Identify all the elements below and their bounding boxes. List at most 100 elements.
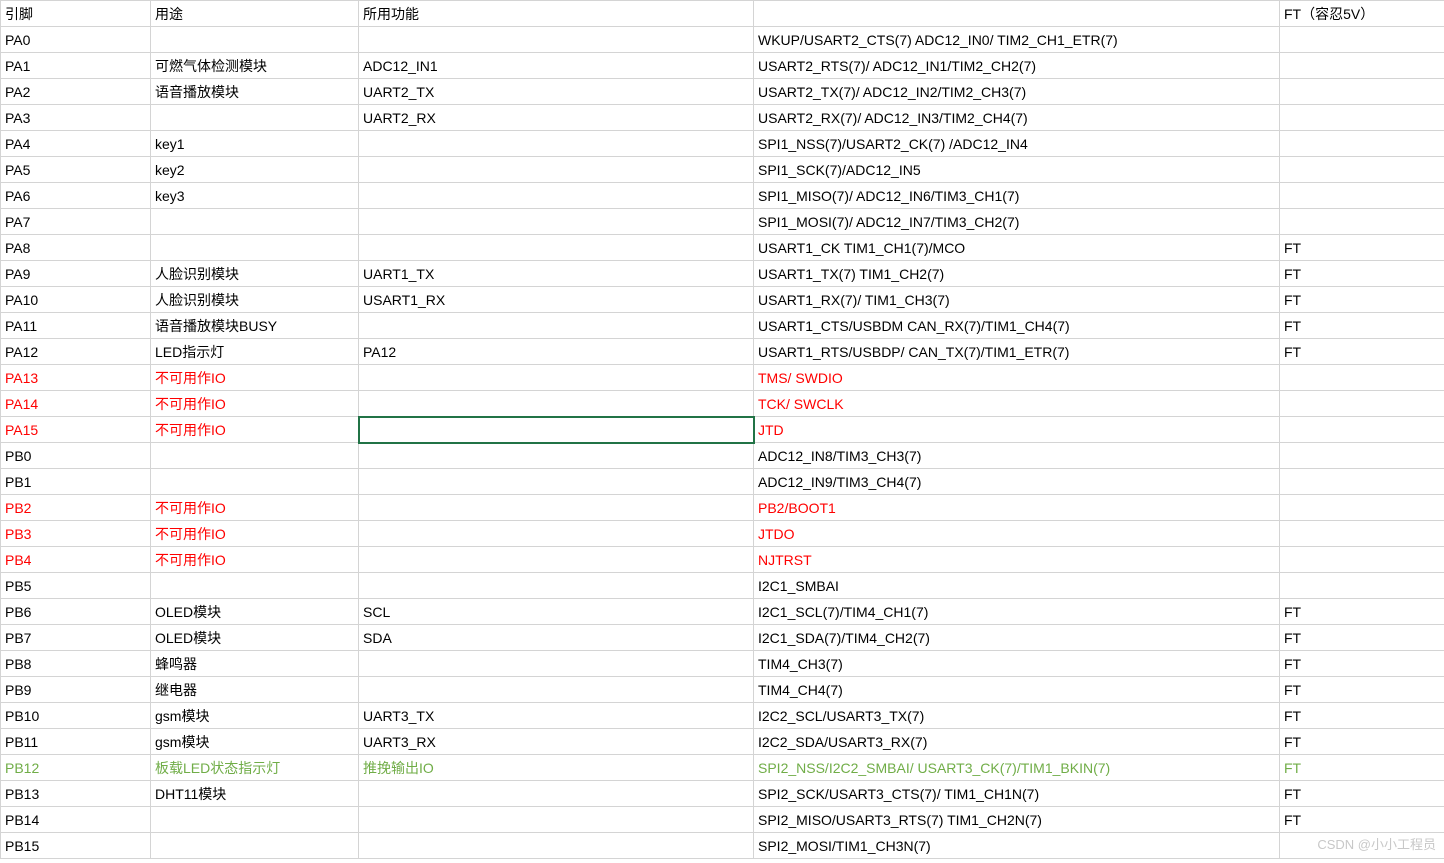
table-cell[interactable] xyxy=(1280,365,1444,391)
table-cell[interactable]: FT xyxy=(1280,807,1444,833)
table-cell[interactable] xyxy=(359,365,754,391)
table-cell[interactable]: SPI2_MISO/USART3_RTS(7) TIM1_CH2N(7) xyxy=(754,807,1280,833)
table-cell[interactable] xyxy=(359,313,754,339)
pin-table[interactable]: 引脚用途所用功能FT（容忍5V）PA0WKUP/USART2_CTS(7) AD… xyxy=(0,0,1444,859)
table-cell[interactable]: PA4 xyxy=(1,131,151,157)
table-cell[interactable]: I2C1_SMBAI xyxy=(754,573,1280,599)
table-cell[interactable]: key1 xyxy=(151,131,359,157)
table-cell[interactable]: OLED模块 xyxy=(151,599,359,625)
table-cell[interactable]: 不可用作IO xyxy=(151,547,359,573)
table-cell[interactable]: FT xyxy=(1280,339,1444,365)
table-cell[interactable] xyxy=(1280,53,1444,79)
table-cell[interactable] xyxy=(359,573,754,599)
table-cell[interactable]: PA8 xyxy=(1,235,151,261)
table-cell[interactable] xyxy=(359,183,754,209)
table-cell[interactable] xyxy=(359,651,754,677)
table-cell[interactable]: PA5 xyxy=(1,157,151,183)
table-cell[interactable] xyxy=(151,573,359,599)
table-cell[interactable]: PB6 xyxy=(1,599,151,625)
table-cell[interactable]: JTDO xyxy=(754,521,1280,547)
table-cell[interactable]: PB11 xyxy=(1,729,151,755)
table-cell[interactable]: PA10 xyxy=(1,287,151,313)
table-cell[interactable]: 蜂鸣器 xyxy=(151,651,359,677)
table-cell[interactable]: 语音播放模块 xyxy=(151,79,359,105)
table-cell[interactable] xyxy=(1280,157,1444,183)
table-cell[interactable]: 继电器 xyxy=(151,677,359,703)
table-cell[interactable]: FT xyxy=(1280,287,1444,313)
table-cell[interactable]: PB3 xyxy=(1,521,151,547)
table-cell[interactable]: PB7 xyxy=(1,625,151,651)
table-cell[interactable]: UART1_TX xyxy=(359,261,754,287)
table-cell[interactable] xyxy=(359,27,754,53)
table-cell[interactable] xyxy=(1280,547,1444,573)
table-cell[interactable]: FT xyxy=(1280,313,1444,339)
table-cell[interactable]: PA1 xyxy=(1,53,151,79)
header-cell[interactable] xyxy=(754,1,1280,27)
table-cell[interactable]: PB10 xyxy=(1,703,151,729)
table-cell[interactable]: PA0 xyxy=(1,27,151,53)
table-cell[interactable]: 人脸识别模块 xyxy=(151,261,359,287)
table-cell[interactable]: gsm模块 xyxy=(151,729,359,755)
table-cell[interactable]: ADC12_IN8/TIM3_CH3(7) xyxy=(754,443,1280,469)
table-cell[interactable]: gsm模块 xyxy=(151,703,359,729)
table-cell[interactable]: NJTRST xyxy=(754,547,1280,573)
table-cell[interactable]: 不可用作IO xyxy=(151,495,359,521)
table-cell[interactable]: FT xyxy=(1280,235,1444,261)
table-cell[interactable]: TMS/ SWDIO xyxy=(754,365,1280,391)
table-cell[interactable]: UART3_TX xyxy=(359,703,754,729)
table-cell[interactable]: PA11 xyxy=(1,313,151,339)
table-cell[interactable]: I2C2_SDA/USART3_RX(7) xyxy=(754,729,1280,755)
table-cell[interactable]: USART2_RX(7)/ ADC12_IN3/TIM2_CH4(7) xyxy=(754,105,1280,131)
table-cell[interactable]: PA3 xyxy=(1,105,151,131)
table-cell[interactable]: SPI1_NSS(7)/USART2_CK(7) /ADC12_IN4 xyxy=(754,131,1280,157)
table-cell[interactable]: 不可用作IO xyxy=(151,521,359,547)
table-cell[interactable]: PA15 xyxy=(1,417,151,443)
table-cell[interactable] xyxy=(359,157,754,183)
table-cell[interactable]: USART1_CTS/USBDM CAN_RX(7)/TIM1_CH4(7) xyxy=(754,313,1280,339)
table-cell[interactable] xyxy=(359,391,754,417)
table-cell[interactable] xyxy=(359,131,754,157)
table-cell[interactable]: ADC12_IN1 xyxy=(359,53,754,79)
table-cell[interactable]: USART2_RTS(7)/ ADC12_IN1/TIM2_CH2(7) xyxy=(754,53,1280,79)
table-cell[interactable]: FT xyxy=(1280,599,1444,625)
table-cell[interactable]: PB13 xyxy=(1,781,151,807)
table-cell[interactable] xyxy=(1280,495,1444,521)
table-cell[interactable]: PA9 xyxy=(1,261,151,287)
table-cell[interactable]: 不可用作IO xyxy=(151,365,359,391)
table-cell[interactable]: PA7 xyxy=(1,209,151,235)
table-cell[interactable]: OLED模块 xyxy=(151,625,359,651)
table-cell[interactable]: PB5 xyxy=(1,573,151,599)
header-cell[interactable]: FT（容忍5V） xyxy=(1280,1,1444,27)
table-cell[interactable]: FT xyxy=(1280,781,1444,807)
table-cell[interactable]: FT xyxy=(1280,755,1444,781)
table-cell[interactable]: USART1_RX(7)/ TIM1_CH3(7) xyxy=(754,287,1280,313)
table-cell[interactable]: I2C1_SCL(7)/TIM4_CH1(7) xyxy=(754,599,1280,625)
table-cell[interactable]: USART2_TX(7)/ ADC12_IN2/TIM2_CH3(7) xyxy=(754,79,1280,105)
table-cell[interactable] xyxy=(359,209,754,235)
table-cell[interactable]: JTD xyxy=(754,417,1280,443)
table-cell[interactable]: key3 xyxy=(151,183,359,209)
table-cell[interactable] xyxy=(359,807,754,833)
table-cell[interactable] xyxy=(1280,833,1444,859)
table-cell[interactable]: PA14 xyxy=(1,391,151,417)
table-cell[interactable]: 可燃气体检测模块 xyxy=(151,53,359,79)
table-cell[interactable]: USART1_RTS/USBDP/ CAN_TX(7)/TIM1_ETR(7) xyxy=(754,339,1280,365)
table-cell[interactable]: SPI2_SCK/USART3_CTS(7)/ TIM1_CH1N(7) xyxy=(754,781,1280,807)
table-cell[interactable]: LED指示灯 xyxy=(151,339,359,365)
table-cell[interactable]: PA6 xyxy=(1,183,151,209)
table-cell[interactable]: 板载LED状态指示灯 xyxy=(151,755,359,781)
table-cell[interactable] xyxy=(359,781,754,807)
table-cell[interactable]: USART1_TX(7) TIM1_CH2(7) xyxy=(754,261,1280,287)
table-cell[interactable]: SPI1_MISO(7)/ ADC12_IN6/TIM3_CH1(7) xyxy=(754,183,1280,209)
table-cell[interactable]: TCK/ SWCLK xyxy=(754,391,1280,417)
table-cell[interactable] xyxy=(1280,469,1444,495)
table-cell[interactable]: FT xyxy=(1280,703,1444,729)
table-cell[interactable]: PB1 xyxy=(1,469,151,495)
table-cell[interactable]: I2C1_SDA(7)/TIM4_CH2(7) xyxy=(754,625,1280,651)
table-cell[interactable] xyxy=(1280,521,1444,547)
table-cell[interactable]: key2 xyxy=(151,157,359,183)
table-cell[interactable]: PB8 xyxy=(1,651,151,677)
table-cell[interactable]: 语音播放模块BUSY xyxy=(151,313,359,339)
table-cell[interactable]: TIM4_CH4(7) xyxy=(754,677,1280,703)
table-cell[interactable]: SPI2_MOSI/TIM1_CH3N(7) xyxy=(754,833,1280,859)
